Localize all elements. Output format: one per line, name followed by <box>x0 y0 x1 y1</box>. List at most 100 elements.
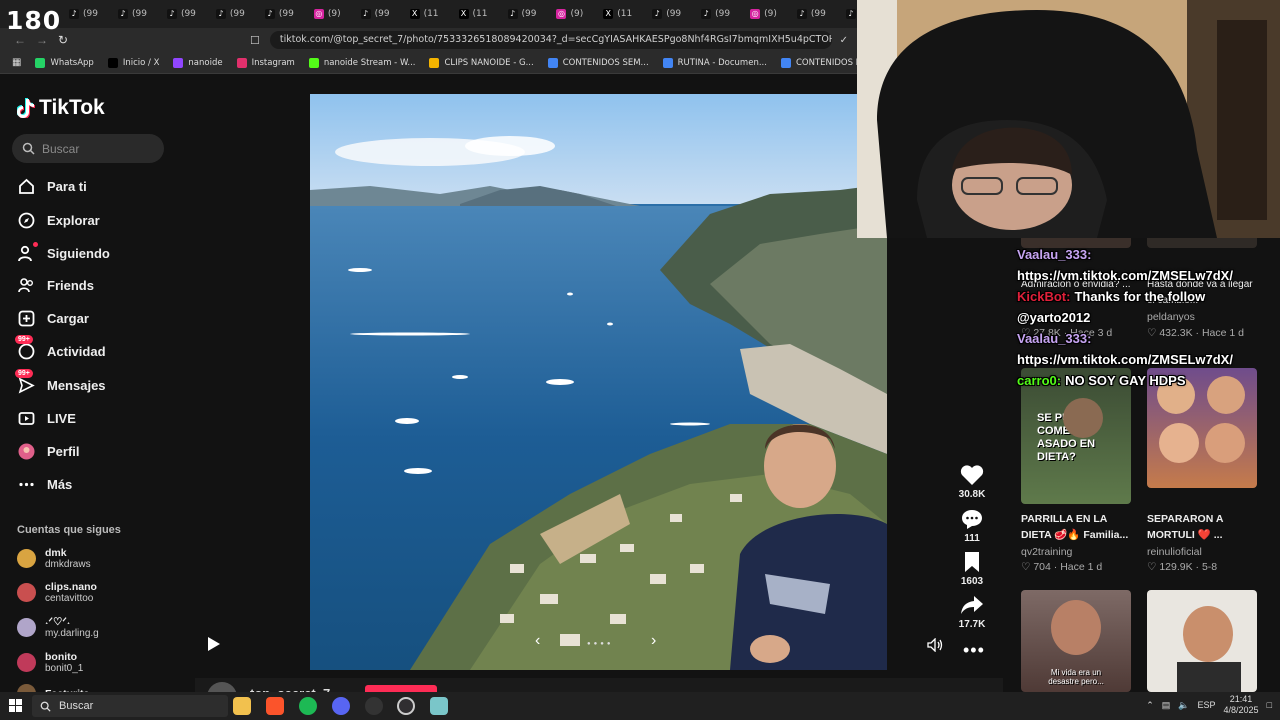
followed-account[interactable]: clips.nano centavittoo <box>17 581 97 604</box>
account-name: clips.nano <box>45 581 97 593</box>
sidebar-item-cargar[interactable]: Cargar <box>17 309 89 327</box>
chat-username: carro0: <box>1017 373 1062 388</box>
browser-tab[interactable]: ♪(99 <box>643 3 690 25</box>
save-button[interactable]: 1603 <box>947 551 997 587</box>
volume-icon[interactable] <box>927 637 943 657</box>
app-icon-1[interactable] <box>365 697 383 715</box>
carousel-prev-icon[interactable]: ‹ <box>535 632 540 650</box>
bookmark-item[interactable]: CLIPS NANOIDE - G... <box>429 57 534 68</box>
followed-account[interactable]: dmk dmkdraws <box>17 547 91 570</box>
browser-tab[interactable]: ♪(99 <box>499 3 546 25</box>
tiktok-icon: ♪ <box>796 9 807 19</box>
chat-message: Thanks for the follow <box>1074 289 1206 304</box>
sidebar-item-label: Siguiendo <box>47 245 110 261</box>
sidebar-item-siguiendo[interactable]: Siguiendo <box>17 242 110 262</box>
brave-icon[interactable] <box>266 697 284 715</box>
tiktok-icon: ♪ <box>215 9 226 19</box>
bookmark-item[interactable]: CONTENIDOS SEM... <box>547 57 649 68</box>
bookmark-item[interactable]: CONTENIDOS PRÓX... <box>780 57 860 68</box>
app-icon-2[interactable] <box>430 697 448 715</box>
card-title-2[interactable]: SEPARARON A MORTULI ❤️ ... <box>1147 511 1259 543</box>
sidebar-item-actividad[interactable]: 99+ Actividad <box>15 335 106 360</box>
taskbar-search[interactable]: Buscar <box>32 695 228 717</box>
share-button[interactable]: 17.7K <box>947 594 997 630</box>
browser-toolbar: ← → ↻ ☐ tiktok.com/@top_secret_7/photo/7… <box>0 28 860 52</box>
reload-icon[interactable]: ↻ <box>58 33 68 47</box>
forward-icon[interactable]: → <box>36 33 48 47</box>
browser-tab[interactable]: ◎ (9) <box>547 3 592 25</box>
browser-tab[interactable]: ♪(99 <box>207 3 254 25</box>
browser-tab[interactable]: ♪(99 <box>60 3 107 25</box>
browser-tab[interactable]: ◎ (9) <box>305 3 350 25</box>
tiktok-icon: ♪ <box>701 9 712 19</box>
browser-tab[interactable]: ◎ (9) <box>741 3 786 25</box>
bookmark-item[interactable]: RUTINA - Documen... <box>662 57 767 68</box>
followed-account[interactable]: bonito bonit0_1 <box>17 651 83 674</box>
obs-icon[interactable] <box>397 697 415 715</box>
reader-mode-icon[interactable]: ✓ <box>840 35 848 46</box>
browser-tab[interactable]: ♪(99 <box>158 3 205 25</box>
play-icon[interactable] <box>207 636 221 657</box>
chat-line: KickBot: Thanks for the follow <box>1017 286 1279 307</box>
spotify-icon[interactable] <box>299 697 317 715</box>
file-explorer-icon[interactable] <box>233 697 251 715</box>
browser-tab[interactable]: ♪(99 <box>109 3 156 25</box>
tab-label: (99 <box>521 9 537 19</box>
back-icon[interactable]: ← <box>14 33 26 47</box>
browser-tab[interactable]: X (11 <box>450 3 497 25</box>
language-indicator[interactable]: ESP <box>1198 700 1216 710</box>
browser-tab[interactable]: X (11 <box>401 3 448 25</box>
search-icon <box>22 142 35 155</box>
avatar <box>17 549 36 568</box>
volume-tray-icon[interactable]: 🔈 <box>1178 700 1189 711</box>
discord-icon[interactable] <box>332 697 350 715</box>
card-thumb-4[interactable] <box>1147 590 1257 692</box>
sidebar-item-mensajes[interactable]: 99+ Mensajes <box>15 369 106 394</box>
sidebar-item-más[interactable]: Más <box>17 475 72 493</box>
sidebar-item-perfil[interactable]: Perfil <box>17 442 80 460</box>
sidebar-item-label: Actividad <box>47 343 106 359</box>
sidebar-item-live[interactable]: LIVE <box>17 409 76 427</box>
network-icon[interactable]: ▤ <box>1162 700 1171 711</box>
like-button[interactable]: 30.8K <box>947 464 997 500</box>
address-bar[interactable]: tiktok.com/@top_secret_7/photo/753332651… <box>269 31 832 49</box>
comment-button[interactable]: 111 <box>947 508 997 544</box>
post-photo[interactable]: ‹ ●●●● › <box>310 94 887 670</box>
tiktok-logo[interactable]: TikTok <box>17 96 105 120</box>
instagram-icon <box>236 57 247 68</box>
bookmark-item[interactable]: Instagram <box>236 57 295 68</box>
bookmark-item[interactable]: WhatsApp <box>35 57 94 68</box>
clock[interactable]: 21:41 4/8/2025 <box>1224 694 1259 716</box>
sidebar-item-explorar[interactable]: Explorar <box>17 211 100 229</box>
sidebar-item-para-ti[interactable]: Para ti <box>17 177 87 195</box>
bookmark-item[interactable]: nanoide <box>173 57 223 68</box>
windows-start-icon[interactable] <box>9 699 22 712</box>
browser-tab[interactable]: X (11 <box>594 3 641 25</box>
taskbar-search-placeholder: Buscar <box>59 700 94 712</box>
bookmark-item[interactable]: Inicio / X <box>107 57 159 68</box>
bookmark-item[interactable]: nanoide Stream - W... <box>308 57 415 68</box>
search-icon <box>40 701 51 712</box>
card-author-2[interactable]: reinulioficial <box>1147 546 1202 558</box>
followed-account[interactable]: ˖ᐟ♡ᐟ˖ my.darling.g <box>17 616 99 639</box>
bookmark-star-icon[interactable]: ☐ <box>250 34 260 47</box>
card-author-1[interactable]: qv2training <box>1021 546 1072 558</box>
tray-chevron-icon[interactable]: ⌃ <box>1146 700 1154 711</box>
browser-tab[interactable]: ♪(99 <box>788 3 835 25</box>
browser-tab[interactable]: ♪(99 <box>692 3 739 25</box>
browser-tab[interactable]: ♪(99 <box>256 3 303 25</box>
card-title-1[interactable]: PARRILLA EN LA DIETA 🥩🔥 Familia... <box>1021 511 1133 543</box>
sidebar-item-label: Perfil <box>47 443 80 459</box>
notifications-icon[interactable]: □ <box>1267 700 1272 710</box>
card-thumb-3[interactable]: Mi vida era un desastre pero... <box>1021 590 1131 692</box>
bookmark-label: RUTINA - Documen... <box>677 57 767 68</box>
home-icon <box>17 177 35 195</box>
carousel-next-icon[interactable]: › <box>651 632 656 650</box>
browser-tab[interactable]: ♪(99 <box>352 3 399 25</box>
clock-time: 21:41 <box>1229 694 1253 704</box>
apps-grid-icon[interactable]: ▦ <box>12 57 21 68</box>
logo-text: TikTok <box>39 96 105 119</box>
more-options-icon[interactable]: ••• <box>963 640 985 661</box>
search-input[interactable]: Buscar <box>12 134 164 163</box>
sidebar-item-friends[interactable]: Friends <box>17 276 94 294</box>
